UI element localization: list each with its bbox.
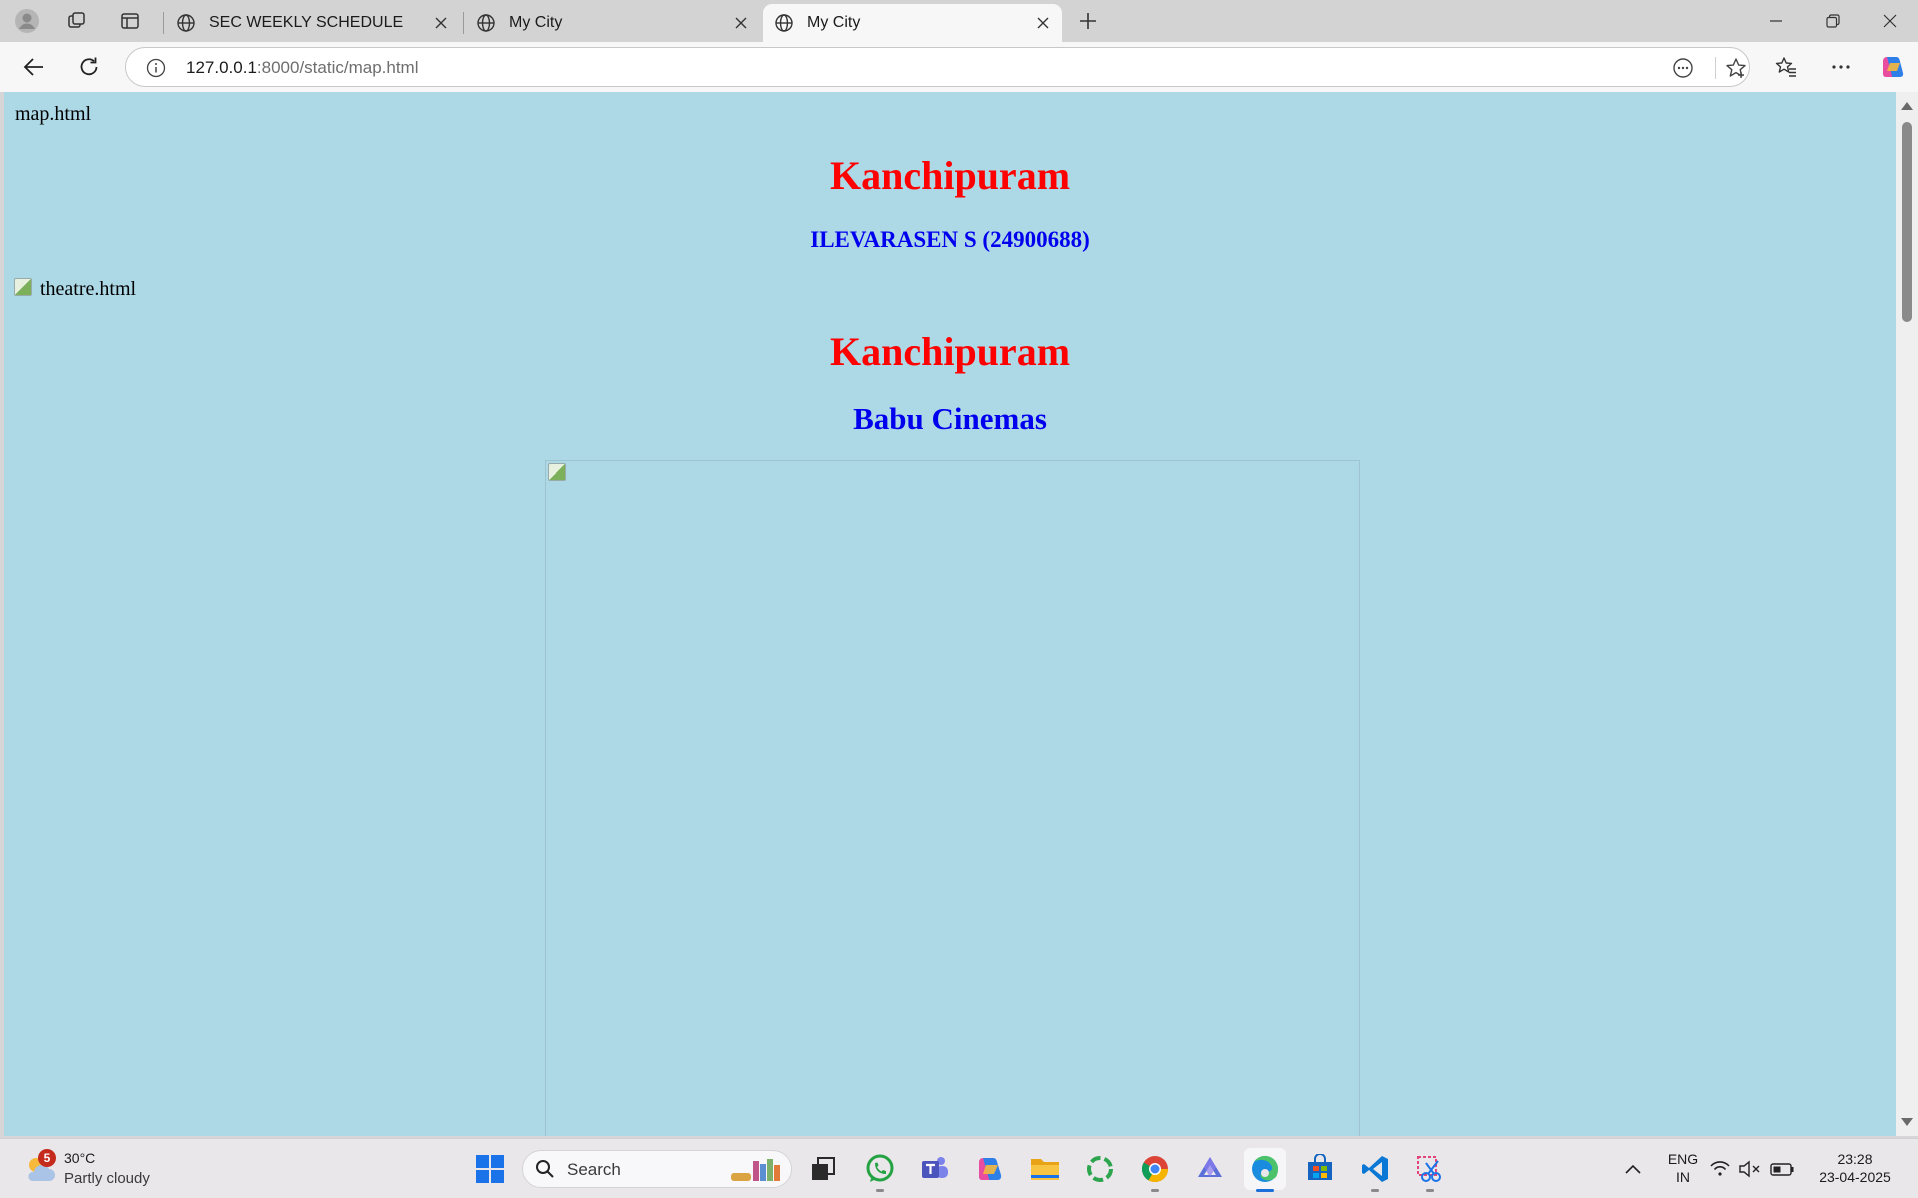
tab-title: My City	[807, 14, 861, 31]
favorite-star-icon[interactable]	[1721, 55, 1751, 81]
teams-icon[interactable]	[914, 1148, 956, 1190]
more-options-icon[interactable]	[1822, 50, 1860, 84]
running-indicator	[1151, 1189, 1159, 1192]
weather-widget[interactable]: 5 30°C Partly cloudy	[22, 1149, 222, 1189]
info-icon[interactable]	[144, 56, 168, 80]
globe-icon	[773, 12, 795, 34]
language-indicator[interactable]: ENG IN	[1661, 1150, 1705, 1186]
tab-sec-weekly-schedule[interactable]: SEC WEEKLY SCHEDULE	[165, 4, 460, 42]
edge-icon[interactable]	[1244, 1148, 1286, 1192]
region-code: IN	[1676, 1169, 1690, 1185]
system-tray[interactable]	[1707, 1148, 1803, 1190]
running-indicator	[1426, 1189, 1434, 1192]
snipping-tool-icon[interactable]	[1409, 1148, 1451, 1192]
refresh-icon[interactable]	[70, 50, 108, 84]
window-close-icon[interactable]	[1862, 0, 1918, 42]
task-view-icon[interactable]	[802, 1148, 844, 1190]
page-scrollbar[interactable]	[1896, 92, 1918, 1136]
search-label: Search	[567, 1160, 621, 1179]
notification-badge: 5	[38, 1149, 56, 1167]
search-icon	[536, 1160, 554, 1178]
copilot-icon[interactable]	[1874, 50, 1912, 84]
store-icon[interactable]	[1299, 1148, 1341, 1190]
browser-toolbar: 127.0.0.1:8000/static/map.html	[0, 42, 1918, 92]
page-title: Kanchipuram	[829, 153, 1071, 198]
search-highlight-icon	[731, 1159, 780, 1181]
clock-date: 23-04-2025	[1819, 1169, 1891, 1185]
running-indicator	[1256, 1189, 1274, 1192]
vscode-icon[interactable]	[1354, 1148, 1396, 1192]
favorites-icon[interactable]	[1767, 50, 1805, 84]
read-aloud-icon[interactable]	[1668, 55, 1698, 81]
tab-my-city-active[interactable]: My City	[763, 4, 1062, 42]
tab-separator	[463, 12, 464, 34]
globe-icon	[475, 12, 497, 34]
vertical-tabs-icon[interactable]	[110, 6, 150, 36]
tab-separator	[163, 12, 164, 34]
close-icon[interactable]	[726, 8, 756, 38]
theatre-name: Babu Cinemas	[853, 401, 1047, 436]
workspaces-icon[interactable]	[57, 6, 97, 36]
scroll-up-icon[interactable]	[1901, 102, 1913, 110]
author-subtitle: ILEVARASEN S (24900688)	[810, 227, 1090, 252]
broken-image-icon	[14, 278, 32, 296]
new-tab-button[interactable]	[1070, 6, 1106, 36]
proton-icon[interactable]	[1189, 1148, 1231, 1190]
chevron-up-icon[interactable]	[1612, 1148, 1654, 1190]
url-host: 127.0.0.1	[186, 58, 257, 77]
profile-icon[interactable]	[7, 6, 47, 36]
close-icon[interactable]	[1028, 8, 1058, 38]
running-indicator	[876, 1189, 884, 1192]
back-icon[interactable]	[15, 50, 53, 84]
tab-title: My City	[509, 14, 563, 31]
weather-condition: Partly cloudy	[64, 1170, 150, 1187]
address-bar[interactable]: 127.0.0.1:8000/static/map.html	[125, 47, 1750, 87]
map-link-text[interactable]: map.html	[15, 103, 91, 126]
address-separator	[1715, 57, 1716, 79]
whatsapp-icon[interactable]	[859, 1148, 901, 1192]
chrome-icon[interactable]	[1134, 1148, 1176, 1192]
section-title: Kanchipuram	[829, 329, 1071, 374]
scroll-thumb[interactable]	[1902, 122, 1912, 322]
restore-icon[interactable]	[1805, 0, 1861, 42]
page-content: map.html Kanchipuram ILEVARASEN S (24900…	[4, 92, 1896, 1136]
taskbar-search[interactable]: Search	[522, 1150, 792, 1188]
broken-image-icon	[548, 463, 566, 481]
tab-title: SEC WEEKLY SCHEDULE	[209, 14, 404, 31]
clock[interactable]: 23:28 23-04-2025	[1810, 1150, 1900, 1186]
weather-temp: 30°C	[64, 1150, 96, 1166]
theatre-image-alt[interactable]: theatre.html	[40, 278, 136, 301]
running-indicator	[1371, 1189, 1379, 1192]
close-icon[interactable]	[426, 8, 456, 38]
file-explorer-icon[interactable]	[1024, 1148, 1066, 1190]
copilot-app-icon[interactable]	[969, 1148, 1011, 1190]
globe-icon	[175, 12, 197, 34]
tab-strip: SEC WEEKLY SCHEDULE My City My City	[0, 0, 1918, 42]
language-code: ENG	[1667, 1151, 1699, 1167]
scroll-down-icon[interactable]	[1901, 1118, 1913, 1126]
taskbar: 5 30°C Partly cloudy Search ENG IN 23:28…	[0, 1138, 1918, 1198]
app-green-icon[interactable]	[1079, 1148, 1121, 1190]
url-text[interactable]: 127.0.0.1:8000/static/map.html	[186, 58, 418, 78]
start-icon[interactable]	[469, 1148, 511, 1190]
theatre-image-placeholder	[545, 460, 1360, 1136]
minimize-icon[interactable]	[1748, 0, 1804, 42]
clock-time: 23:28	[1837, 1151, 1873, 1167]
url-path: :8000/static/map.html	[256, 58, 419, 77]
tab-my-city[interactable]: My City	[465, 4, 760, 42]
